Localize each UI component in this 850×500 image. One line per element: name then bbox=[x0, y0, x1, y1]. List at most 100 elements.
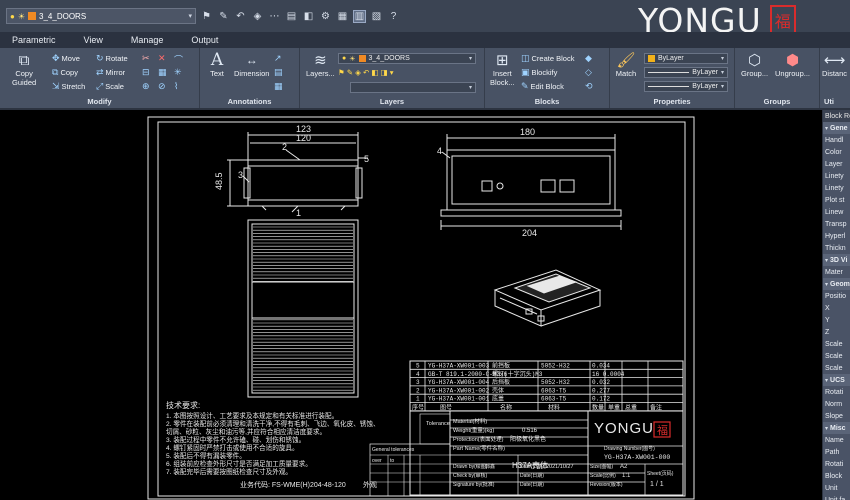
properties-row[interactable]: Norm bbox=[823, 398, 850, 410]
chevron-down-icon[interactable]: ▾ bbox=[825, 125, 828, 132]
view-icon[interactable]: ▤ bbox=[285, 10, 298, 23]
copy-button[interactable]: ⧉ Copy bbox=[52, 67, 78, 78]
break-icon[interactable]: ⊘ bbox=[158, 81, 166, 92]
tab-output[interactable]: Output bbox=[179, 35, 234, 45]
layout-icon[interactable]: ◧ bbox=[302, 10, 315, 23]
color-combo[interactable]: ByLayer ▾ bbox=[644, 53, 728, 64]
properties-row[interactable]: Scale bbox=[823, 338, 850, 350]
layer-filter-combo[interactable]: ▾ bbox=[350, 82, 476, 93]
properties-row[interactable]: Name bbox=[823, 434, 850, 446]
erase-icon[interactable]: ✕ bbox=[158, 53, 166, 64]
properties-section[interactable]: ▾ 3D Vi bbox=[823, 254, 850, 266]
block-attribute-edit-icon[interactable]: ◇ bbox=[585, 67, 592, 78]
create-block-button[interactable]: ◫ Create Block bbox=[521, 53, 574, 64]
layer-previous-icon[interactable]: ↶ bbox=[234, 10, 247, 23]
properties-row[interactable]: Rotati bbox=[823, 386, 850, 398]
model-space-canvas[interactable]: 123 120 48.5 180 204 1 2 3 4 5 技术要求: 1. … bbox=[0, 110, 822, 500]
explode-icon[interactable]: ✳ bbox=[174, 67, 182, 78]
layer-state-icon[interactable]: ⚑ bbox=[200, 10, 213, 23]
chevron-down-icon[interactable]: ▾ bbox=[825, 281, 828, 288]
text-button[interactable]: A Text bbox=[206, 50, 228, 78]
properties-section[interactable]: ▾ Geom bbox=[823, 278, 850, 290]
chevron-down-icon[interactable]: ▾ bbox=[721, 69, 724, 76]
chevron-down-icon[interactable]: ▾ bbox=[825, 377, 828, 384]
properties-row[interactable]: Color bbox=[823, 146, 850, 158]
palette-icon[interactable]: ▧ bbox=[370, 10, 383, 23]
tab-view[interactable]: View bbox=[72, 35, 119, 45]
leader-icon[interactable]: ↗ bbox=[274, 53, 282, 64]
block-sync-icon[interactable]: ⟲ bbox=[585, 81, 593, 92]
properties-row[interactable]: Handl bbox=[823, 134, 850, 146]
chevron-down-icon[interactable]: ▾ bbox=[188, 12, 192, 20]
properties-palette[interactable]: Block Ref ▾GeneHandlColorLayerLinetyLine… bbox=[822, 110, 850, 500]
properties-row[interactable]: Slope bbox=[823, 410, 850, 422]
layers-button[interactable]: ≋ Layers... bbox=[306, 51, 335, 78]
fillet-icon[interactable]: ⌒ bbox=[174, 53, 183, 66]
tab-manage[interactable]: Manage bbox=[119, 35, 180, 45]
properties-row[interactable]: Transp bbox=[823, 218, 850, 230]
array-icon[interactable]: ▦ bbox=[158, 67, 167, 78]
properties-row[interactable]: Hyperl bbox=[823, 230, 850, 242]
join-icon[interactable]: ⊕ bbox=[142, 81, 150, 92]
properties-row[interactable]: Path bbox=[823, 446, 850, 458]
properties-section[interactable]: ▾ UCS bbox=[823, 374, 850, 386]
markup-icon[interactable]: ▦ bbox=[274, 81, 283, 92]
properties-row[interactable]: Scale bbox=[823, 362, 850, 374]
properties-row[interactable]: Scale bbox=[823, 350, 850, 362]
properties-row[interactable]: Unit fa bbox=[823, 494, 850, 500]
properties-row[interactable]: Rotati bbox=[823, 458, 850, 470]
properties-row[interactable]: Positio bbox=[823, 290, 850, 302]
properties-row[interactable]: X bbox=[823, 302, 850, 314]
properties-row[interactable]: Thickn bbox=[823, 242, 850, 254]
insert-block-button[interactable]: ⊞ Insert Block... bbox=[490, 51, 515, 87]
layer-combo-quick[interactable]: ● ☀ 3_4_DOORS ▾ bbox=[6, 8, 196, 24]
chevron-down-icon[interactable]: ▾ bbox=[721, 55, 724, 62]
match-properties-button[interactable]: 🖌 Match bbox=[615, 51, 637, 78]
edit-block-button[interactable]: ✎ Edit Block bbox=[521, 81, 564, 92]
properties-row[interactable]: Z bbox=[823, 326, 850, 338]
blockify-button[interactable]: ▣ Blockify bbox=[521, 67, 557, 78]
properties-toggle-icon[interactable]: ▥ bbox=[353, 9, 366, 23]
group-button[interactable]: ⬡ Group... bbox=[741, 51, 768, 78]
layer-tools-row[interactable]: ⚑ ✎ ◈ ↶ ◧ ◨ ▾ bbox=[338, 68, 394, 77]
copy-guided-button[interactable]: ⧉ Copy Guided bbox=[12, 51, 36, 88]
move-button[interactable]: ✥ Move bbox=[52, 53, 80, 64]
table-icon[interactable]: ▤ bbox=[274, 67, 283, 78]
tab-parametric[interactable]: Parametric bbox=[0, 35, 72, 45]
help-icon[interactable]: ? bbox=[387, 10, 400, 23]
dimension-button[interactable]: ↔ Dimension bbox=[234, 51, 269, 78]
mirror-button[interactable]: ⇄ Mirror bbox=[96, 67, 125, 78]
properties-row[interactable]: Unit bbox=[823, 482, 850, 494]
gear-icon[interactable]: ⚙ bbox=[319, 10, 332, 23]
stretch-button[interactable]: ⇲ Stretch bbox=[52, 81, 85, 92]
properties-row[interactable]: Mater bbox=[823, 266, 850, 278]
chevron-down-icon[interactable]: ▾ bbox=[825, 257, 828, 264]
properties-row[interactable]: Linety bbox=[823, 182, 850, 194]
block-attribute-icon[interactable]: ◆ bbox=[585, 53, 592, 64]
ungroup-button[interactable]: ⬢ Ungroup... bbox=[775, 51, 810, 78]
properties-section[interactable]: ▾ Misc bbox=[823, 422, 850, 434]
distance-button[interactable]: ⟷ Distanc bbox=[822, 51, 847, 78]
rotate-button[interactable]: ↻ Rotate bbox=[96, 53, 128, 64]
trim-icon[interactable]: ✂ bbox=[142, 53, 150, 64]
properties-row[interactable]: Block bbox=[823, 470, 850, 482]
offset-icon[interactable]: ⊟ bbox=[142, 67, 150, 78]
properties-row[interactable]: Plot st bbox=[823, 194, 850, 206]
layer-isolate-icon[interactable]: ◈ bbox=[251, 10, 264, 23]
properties-row[interactable]: Layer bbox=[823, 158, 850, 170]
scale-button[interactable]: ⤢ Scale bbox=[96, 81, 124, 92]
properties-row[interactable]: Linew bbox=[823, 206, 850, 218]
edit-polyline-icon[interactable]: ⌇ bbox=[174, 81, 178, 92]
sheet-icon[interactable]: ▦ bbox=[336, 10, 349, 23]
layer-match-icon[interactable]: ✎ bbox=[217, 10, 230, 23]
chevron-down-icon[interactable]: ▾ bbox=[721, 83, 724, 90]
chevron-down-icon[interactable]: ▾ bbox=[469, 55, 472, 62]
properties-row[interactable]: Y bbox=[823, 314, 850, 326]
chevron-down-icon[interactable]: ▾ bbox=[825, 425, 828, 432]
lineweight-combo[interactable]: ByLayer ▾ bbox=[644, 81, 728, 92]
linetype-combo[interactable]: ByLayer ▾ bbox=[644, 67, 728, 78]
layer-combo[interactable]: ● ☀ 3_4_DOORS ▾ bbox=[338, 53, 476, 64]
layer-walk-icon[interactable]: ⋯ bbox=[268, 10, 281, 23]
chevron-down-icon[interactable]: ▾ bbox=[469, 84, 472, 91]
properties-section[interactable]: ▾ Gene bbox=[823, 122, 850, 134]
